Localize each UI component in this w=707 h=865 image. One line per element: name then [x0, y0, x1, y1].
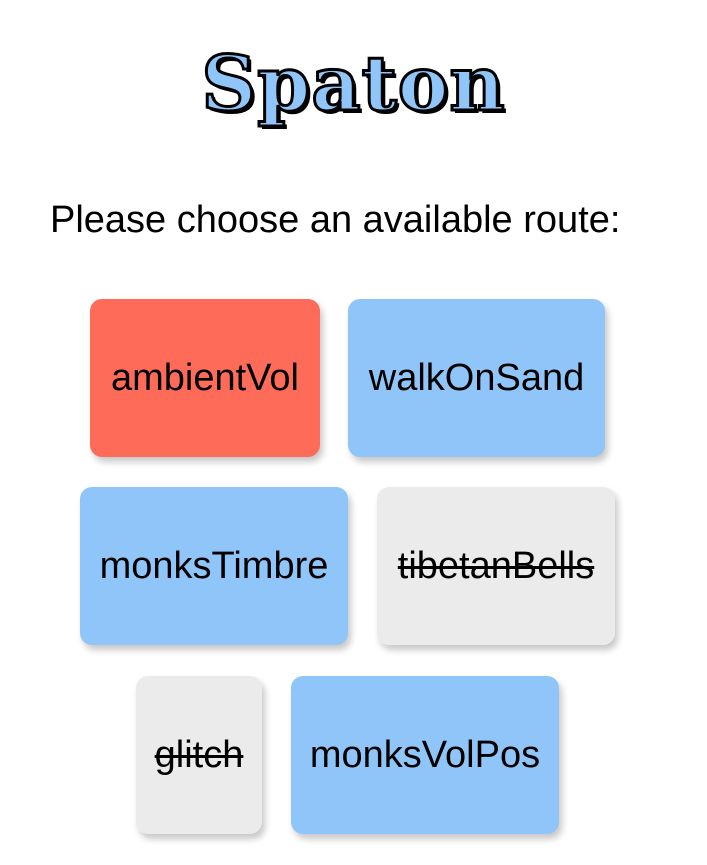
route-prompt: Please choose an available route: — [50, 199, 621, 241]
route-button-walkonsand[interactable]: walkOnSand — [348, 299, 605, 457]
route-button-monkstimbre[interactable]: monksTimbre — [80, 487, 348, 645]
route-button-monksvolpos[interactable]: monksVolPos — [291, 676, 559, 834]
route-button-label: walkOnSand — [368, 356, 585, 399]
route-button-label: ambientVol — [110, 356, 299, 399]
route-button-ambientvol[interactable]: ambientVol — [90, 299, 320, 457]
app-root: Spaton Please choose an available route:… — [0, 0, 707, 865]
route-button-label: monksVolPos — [309, 733, 541, 776]
app-logo-title: Spaton — [200, 38, 506, 130]
route-button-glitch-disabled: glitch — [136, 676, 262, 834]
route-button-tibetanbells-disabled: tibetanBells — [377, 487, 615, 645]
route-button-label: glitch — [154, 733, 244, 776]
route-button-label: tibetanBells — [397, 544, 595, 587]
route-button-label: monksTimbre — [99, 544, 329, 587]
